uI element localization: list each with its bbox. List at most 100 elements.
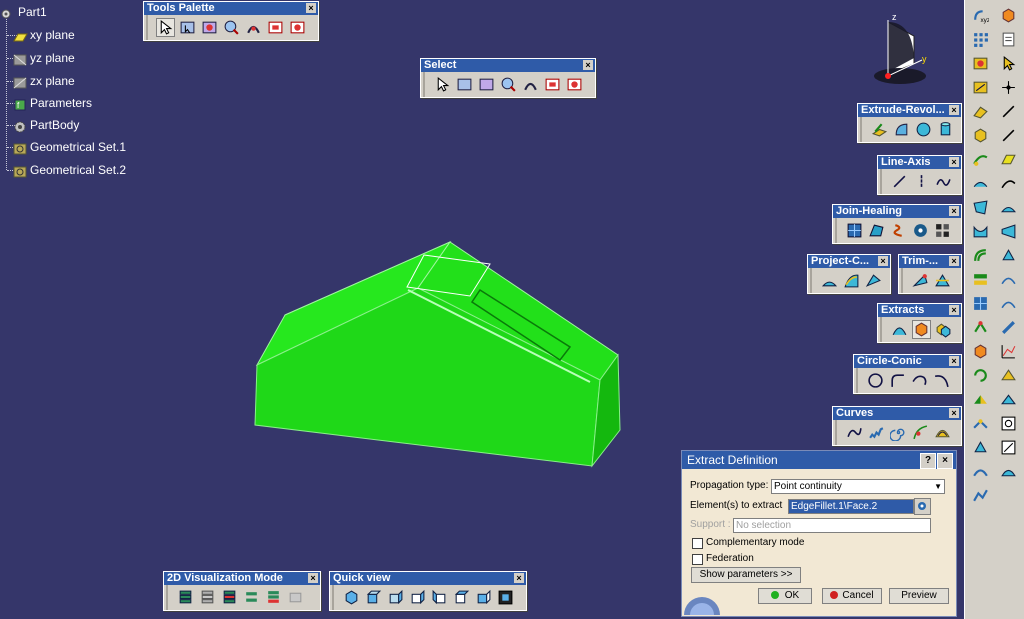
close-icon[interactable]: × <box>878 256 888 266</box>
tree-node-yz-plane[interactable]: yz plane <box>12 49 75 67</box>
close-icon[interactable]: × <box>949 157 959 167</box>
close-icon[interactable]: × <box>514 573 524 583</box>
tree-node-xy-plane[interactable]: xy plane <box>12 26 75 44</box>
disassemble-button[interactable] <box>933 221 952 240</box>
tool-button[interactable] <box>997 52 1019 74</box>
viz-mode-button-5[interactable] <box>264 588 283 607</box>
preview-button[interactable]: Preview <box>889 588 949 604</box>
tool-button[interactable] <box>997 172 1019 194</box>
support-field[interactable]: No selection <box>733 518 931 533</box>
tool-button[interactable] <box>997 244 1019 266</box>
tree-node-root[interactable]: Part1 <box>0 3 47 21</box>
tool-button[interactable] <box>969 340 991 362</box>
tool-button[interactable] <box>997 76 1019 98</box>
propagation-type-select[interactable]: Point continuity ▼ <box>771 479 945 494</box>
tool-button[interactable] <box>997 316 1019 338</box>
tool-button[interactable] <box>997 460 1019 482</box>
top-view-button[interactable] <box>452 588 471 607</box>
tool-button[interactable] <box>969 484 991 506</box>
tool-button[interactable] <box>997 148 1019 170</box>
close-icon[interactable]: × <box>949 408 959 418</box>
dialog-title-bar[interactable]: Extract Definition ? × <box>682 451 956 469</box>
line-button[interactable] <box>890 172 909 191</box>
toolbar-title[interactable]: Circle-Conic × <box>854 355 961 368</box>
tool-button[interactable] <box>997 268 1019 290</box>
join-button[interactable] <box>845 221 864 240</box>
toolbar-title[interactable]: Extrude-Revol... × <box>858 104 961 117</box>
healing-button[interactable] <box>867 221 886 240</box>
tool-button[interactable] <box>969 196 991 218</box>
tool-button[interactable] <box>969 52 991 74</box>
select-arrow-button[interactable] <box>433 75 452 94</box>
tool-button[interactable] <box>969 364 991 386</box>
spline-button[interactable] <box>845 423 864 442</box>
multiple-extract-button[interactable] <box>934 320 953 339</box>
sphere-button[interactable] <box>914 120 933 139</box>
select-arrow-button[interactable] <box>156 18 175 37</box>
elements-to-extract-field[interactable]: EdgeFillet.1\Face.2 <box>788 499 914 514</box>
close-icon[interactable]: × <box>306 3 316 13</box>
isoparametric-curve-button[interactable] <box>933 423 952 442</box>
circle-button[interactable] <box>866 371 885 390</box>
close-icon[interactable]: × <box>949 256 959 266</box>
federation-checkbox[interactable] <box>692 554 703 565</box>
tool-button[interactable] <box>969 220 991 242</box>
viz-mode-button-4[interactable] <box>242 588 261 607</box>
close-icon[interactable]: × <box>949 105 959 115</box>
tool-button[interactable] <box>969 316 991 338</box>
toolbar-title[interactable]: 2D Visualization Mode × <box>164 572 320 585</box>
combine-button[interactable] <box>842 271 861 290</box>
toolbar-title[interactable]: Project-C... × <box>808 255 890 268</box>
extrude-button[interactable] <box>870 120 889 139</box>
tree-node-partbody[interactable]: PartBody <box>12 116 79 134</box>
tool-button[interactable] <box>969 436 991 458</box>
cancel-button[interactable]: Cancel <box>822 588 882 604</box>
rectangle-selection-button[interactable] <box>455 75 474 94</box>
left-view-button[interactable] <box>408 588 427 607</box>
ok-button[interactable]: OK <box>758 588 812 604</box>
tool-button[interactable] <box>969 460 991 482</box>
connect-curve-button[interactable] <box>910 371 929 390</box>
split-button[interactable] <box>911 271 930 290</box>
tool-button[interactable] <box>969 268 991 290</box>
tool-button[interactable] <box>969 292 991 314</box>
close-icon[interactable]: × <box>308 573 318 583</box>
outside-intersect-selection-button[interactable] <box>565 75 584 94</box>
intersecting-selection-button[interactable] <box>477 75 496 94</box>
bottom-view-button[interactable] <box>474 588 493 607</box>
outside-selection-button[interactable] <box>543 75 562 94</box>
polygon-selection-button[interactable] <box>499 75 518 94</box>
tool-button[interactable] <box>969 172 991 194</box>
polyline-button[interactable] <box>934 172 953 191</box>
trim-button[interactable] <box>933 271 952 290</box>
tool-button[interactable] <box>969 148 991 170</box>
toolbar-title[interactable]: Quick view × <box>330 572 526 585</box>
tree-node-zx-plane[interactable]: zx plane <box>12 72 75 90</box>
part-model[interactable] <box>240 230 640 470</box>
tool-button[interactable] <box>997 220 1019 242</box>
tool-button[interactable] <box>997 436 1019 458</box>
helix-button[interactable] <box>867 423 886 442</box>
compass-icon[interactable]: z y <box>862 10 942 90</box>
viz-mode-button-2[interactable] <box>198 588 217 607</box>
extract-button[interactable] <box>912 320 931 339</box>
tool-button[interactable] <box>969 124 991 146</box>
tool-button[interactable] <box>997 364 1019 386</box>
reflect-line-button[interactable] <box>864 271 883 290</box>
tool-button[interactable] <box>997 292 1019 314</box>
close-icon[interactable]: × <box>949 305 959 315</box>
isometric-view-button[interactable] <box>342 588 361 607</box>
viz-mode-button-3[interactable] <box>220 588 239 607</box>
spine-button[interactable] <box>911 423 930 442</box>
help-icon[interactable]: ? <box>920 453 936 469</box>
toolbar-title[interactable]: Line-Axis × <box>878 156 961 169</box>
spiral-button[interactable] <box>889 423 908 442</box>
tool-button[interactable] <box>969 100 991 122</box>
tree-node-geometrical-set-2[interactable]: Geometrical Set.2 <box>12 161 126 179</box>
back-view-button[interactable] <box>386 588 405 607</box>
toolbar-title[interactable]: Curves × <box>833 407 961 420</box>
polygon-selection-button[interactable] <box>222 18 241 37</box>
tool-button[interactable] <box>969 388 991 410</box>
tool-button[interactable] <box>997 28 1019 50</box>
tool-button[interactable] <box>997 412 1019 434</box>
